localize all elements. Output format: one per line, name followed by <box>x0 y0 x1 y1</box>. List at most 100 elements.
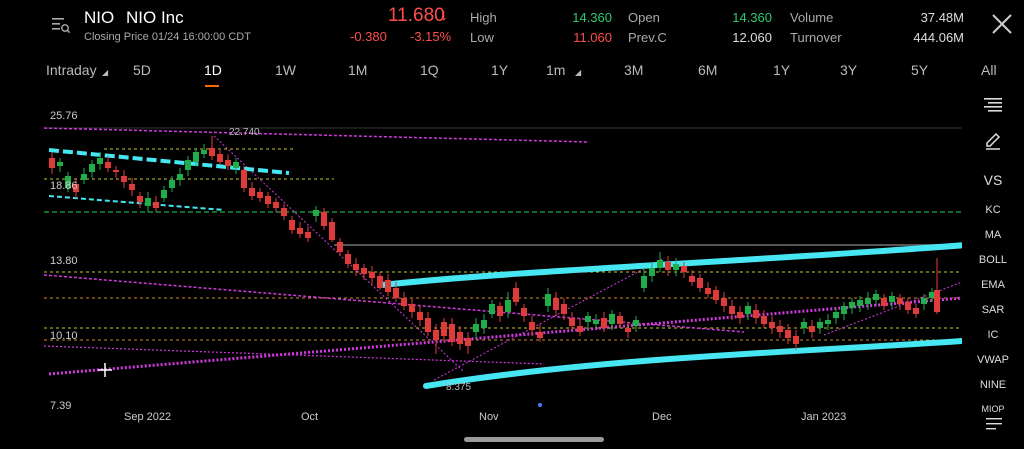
indicator-vwap[interactable]: VWAP <box>966 354 1020 366</box>
candle <box>577 326 583 332</box>
indicator-miop[interactable]: MIOP <box>966 404 1020 414</box>
candle <box>801 322 807 328</box>
candle <box>505 300 511 312</box>
candle <box>865 298 871 304</box>
indicator-kc[interactable]: KC <box>966 204 1020 216</box>
tab-3m[interactable]: 3M <box>624 62 643 78</box>
candle <box>249 188 255 196</box>
tab-1q[interactable]: 1Q <box>420 62 439 78</box>
candle <box>217 154 223 162</box>
tab-1y[interactable]: 1Y <box>491 62 508 78</box>
candle <box>737 312 743 318</box>
indicator-ema[interactable]: EMA <box>966 279 1020 291</box>
candle <box>665 262 671 270</box>
high-annotation: 22.740 <box>229 127 260 138</box>
settings-sliders-icon[interactable] <box>986 416 1002 430</box>
candle <box>321 212 327 226</box>
candle <box>769 322 775 328</box>
stat-label-open: Open <box>628 10 660 25</box>
list-icon[interactable] <box>984 98 1002 112</box>
home-indicator[interactable] <box>464 437 604 442</box>
candle <box>673 264 679 270</box>
company-name: NIO Inc <box>126 8 184 27</box>
list-search-icon[interactable] <box>52 16 70 34</box>
candle <box>761 316 767 324</box>
stat-label-prevc: Prev.C <box>628 30 667 45</box>
tab-1d[interactable]: 1D <box>204 62 222 78</box>
indicator-nine[interactable]: NINE <box>966 379 1020 391</box>
candle <box>713 290 719 300</box>
candle <box>233 162 239 168</box>
candle <box>433 330 439 340</box>
candle <box>681 266 687 272</box>
candle <box>817 322 823 328</box>
candle <box>369 272 375 278</box>
candle <box>793 336 799 344</box>
candle <box>785 330 791 338</box>
tab-1w[interactable]: 1W <box>275 62 296 78</box>
candle <box>833 312 839 318</box>
stat-value-low: 11.060 <box>573 30 612 45</box>
candle <box>841 306 847 314</box>
candle <box>265 196 271 204</box>
tab-all[interactable]: All <box>981 62 997 78</box>
candle <box>625 328 631 332</box>
stat-label-volume: Volume <box>790 10 834 25</box>
price-change: -0.380 <box>350 29 387 44</box>
pencil-icon[interactable] <box>984 132 1002 150</box>
y-label: 18.86 <box>50 180 78 192</box>
tab-1y-long[interactable]: 1Y <box>773 62 790 78</box>
candle <box>753 310 759 318</box>
candle <box>561 304 567 314</box>
tab-1min[interactable]: 1m <box>546 62 565 78</box>
candle <box>809 326 815 332</box>
indicator-ic[interactable]: IC <box>966 329 1020 341</box>
candle <box>729 306 735 314</box>
candle <box>289 220 295 230</box>
candle <box>777 326 783 332</box>
y-label: 25.76 <box>50 110 78 122</box>
x-label: Sep 2022 <box>124 411 171 423</box>
last-price: 11.680 <box>388 5 445 26</box>
candle <box>521 308 527 316</box>
x-label: Oct <box>301 411 318 423</box>
candle <box>329 222 335 240</box>
candle <box>481 320 487 328</box>
candle <box>297 228 303 234</box>
tab-5y[interactable]: 5Y <box>911 62 928 78</box>
tab-intraday[interactable]: Intraday <box>46 62 97 78</box>
candle <box>441 322 447 336</box>
tab-6m[interactable]: 6M <box>698 62 717 78</box>
candle <box>465 338 471 346</box>
candle <box>889 296 895 302</box>
price-change-pct: -3.15% <box>410 29 452 44</box>
candle <box>361 268 367 274</box>
caret-down-icon: ◢ <box>102 68 109 77</box>
close-icon[interactable] <box>990 12 1014 36</box>
indicator-ma[interactable]: MA <box>966 229 1020 241</box>
indicator-boll[interactable]: BOLL <box>966 254 1020 266</box>
candle <box>825 320 831 324</box>
stat-value-turnover: 444.06M <box>913 30 964 45</box>
y-label: 10.10 <box>50 330 78 342</box>
indicator-vs[interactable]: VS <box>966 172 1020 188</box>
candle <box>241 170 247 188</box>
tab-3y[interactable]: 3Y <box>840 62 857 78</box>
candlestick-chart[interactable]: 25.76 18.86 13.80 10.10 7.39 22.740 8.37… <box>44 92 962 432</box>
indicator-sar[interactable]: SAR <box>966 304 1020 316</box>
candle <box>193 152 199 162</box>
candle <box>89 164 95 172</box>
candle <box>425 318 431 332</box>
stat-value-high: 14.360 <box>572 10 612 25</box>
candle <box>201 150 207 154</box>
candle <box>313 210 319 216</box>
stat-label-high: High <box>470 10 497 25</box>
tab-5d[interactable]: 5D <box>133 62 151 78</box>
period-tabs: Intraday ◢ 5D 1D 1W 1M 1Q 1Y 1m ◢ 3M 6M … <box>0 60 1024 88</box>
candle <box>585 316 591 322</box>
candle <box>849 302 855 308</box>
candle <box>385 280 391 292</box>
tab-1m[interactable]: 1M <box>348 62 367 78</box>
candle <box>417 312 423 320</box>
candle <box>121 176 127 182</box>
